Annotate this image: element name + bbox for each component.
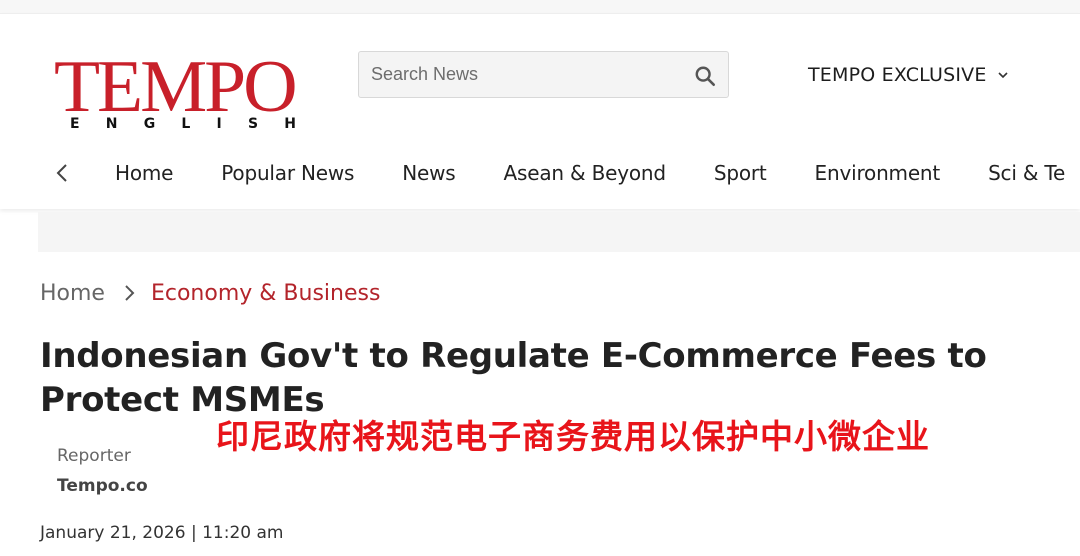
nav-items: Home Popular News News Asean & Beyond Sp…: [115, 152, 1080, 194]
main-nav: Home Popular News News Asean & Beyond Sp…: [0, 152, 1080, 194]
article-title: Indonesian Gov't to Regulate E-Commerce …: [40, 336, 987, 420]
chinese-translation-overlay: 印尼政府将规范电子商务费用以保护中小微企业: [216, 417, 930, 456]
nav-item-popular-news[interactable]: Popular News: [221, 161, 354, 185]
top-strip: [0, 0, 1080, 14]
tempo-exclusive-label: TEMPO EXCLUSIVE: [808, 64, 987, 86]
logo-sub-letter: L: [181, 116, 191, 132]
nav-item-sport[interactable]: Sport: [714, 161, 767, 185]
chevron-left-icon[interactable]: [52, 158, 72, 188]
reporter-label: Reporter: [57, 446, 131, 466]
search-box: [358, 51, 729, 98]
logo-sub-letter: G: [143, 116, 156, 132]
nav-item-news[interactable]: News: [402, 161, 455, 185]
site-header: TEMPO E N G L I S H TEMPO EXCLUSIVE Home…: [0, 14, 1080, 209]
nav-item-asean-beyond[interactable]: Asean & Beyond: [504, 161, 667, 185]
logo-subtitle: E N G L I S H: [70, 116, 296, 132]
ad-placeholder: [38, 212, 1080, 252]
logo-sub-letter: I: [216, 116, 222, 132]
breadcrumb: Home Economy & Business: [40, 278, 380, 308]
chevron-down-icon: [998, 72, 1008, 79]
search-input[interactable]: [371, 52, 681, 97]
breadcrumb-home[interactable]: Home: [40, 281, 105, 306]
breadcrumb-category[interactable]: Economy & Business: [151, 281, 380, 306]
search-icon[interactable]: [694, 65, 716, 87]
nav-item-sci-tech[interactable]: Sci & Te: [988, 161, 1065, 185]
logo-sub-letter: S: [247, 116, 259, 132]
tempo-exclusive-menu[interactable]: TEMPO EXCLUSIVE: [808, 61, 1009, 89]
logo-sub-letter: E: [70, 116, 80, 132]
logo-sub-letter: H: [284, 116, 296, 132]
reporter-name[interactable]: Tempo.co: [57, 476, 148, 496]
article-dateline: January 21, 2026 | 11:20 am: [40, 523, 284, 543]
nav-item-environment[interactable]: Environment: [815, 161, 941, 185]
logo-wordmark: TEMPO: [54, 46, 298, 128]
tempo-english-logo[interactable]: TEMPO E N G L I S H: [54, 50, 304, 140]
logo-sub-letter: N: [105, 116, 118, 132]
nav-item-home[interactable]: Home: [115, 161, 173, 185]
chevron-right-icon: [125, 285, 135, 301]
